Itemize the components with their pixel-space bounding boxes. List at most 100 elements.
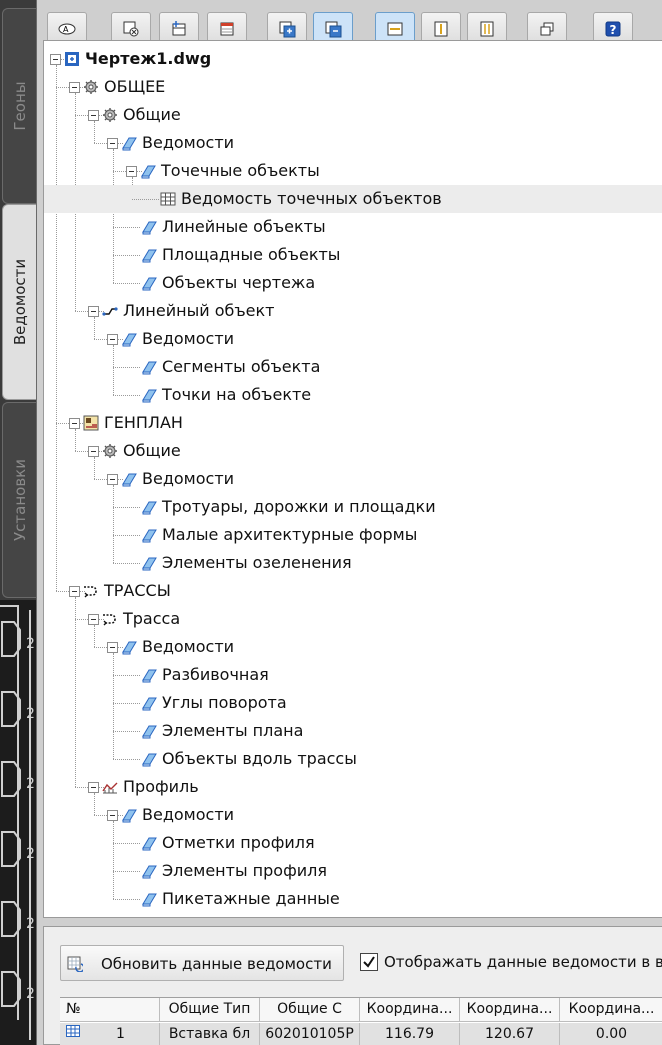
collapse-icon[interactable] — [107, 138, 118, 149]
column-header[interactable]: Общие Тип — [160, 998, 260, 1022]
tree-node-30[interactable]: Пикетажные данные — [44, 885, 662, 913]
show-data-checkbox[interactable] — [360, 953, 378, 971]
tree-node-label: ОБЩЕЕ — [104, 77, 166, 96]
table-cell[interactable]: 0.00 — [560, 1023, 662, 1045]
tree-node-18[interactable]: Элементы озеленения — [44, 549, 662, 577]
collapse-icon[interactable] — [107, 334, 118, 345]
tree-node-16[interactable]: Тротуары, дорожки и площадки — [44, 493, 662, 521]
table-cell[interactable]: 1 — [60, 1023, 160, 1045]
tree-node-22[interactable]: Разбивочная — [44, 661, 662, 689]
collapse-icon[interactable] — [88, 446, 99, 457]
tree-connector — [113, 899, 140, 900]
view-mode-3-icon — [480, 21, 494, 37]
book-icon — [141, 695, 157, 711]
table-cell[interactable]: 602010105Р — [260, 1023, 360, 1045]
tree-connector — [113, 675, 140, 676]
tree-node-2[interactable]: Общие — [44, 101, 662, 129]
collapse-icon[interactable] — [69, 82, 80, 93]
tree-node-label: Отметки профиля — [162, 833, 315, 852]
tree-node-28[interactable]: Отметки профиля — [44, 829, 662, 857]
tab-vedomosti[interactable]: Ведомости — [2, 204, 36, 400]
tree-node-9[interactable]: Линейный объект — [44, 297, 662, 325]
collapse-icon[interactable] — [88, 614, 99, 625]
tree-node-17[interactable]: Малые архитектурные формы — [44, 521, 662, 549]
tree-node-6[interactable]: Линейные объекты — [44, 213, 662, 241]
show-data-checkbox-label: Отображать данные ведомости в виде — [384, 953, 662, 971]
collapse-icon[interactable] — [126, 166, 137, 177]
tree-node-label: Общие — [123, 105, 181, 124]
tree-node-11[interactable]: Сегменты объекта — [44, 353, 662, 381]
tree-node-27[interactable]: Ведомости — [44, 801, 662, 829]
tree-node-label: Точечные объекты — [161, 161, 320, 180]
tree-node-14[interactable]: Общие — [44, 437, 662, 465]
book-icon — [141, 527, 157, 543]
table-preview-area: Обновить данные ведомости Отображать дан… — [43, 926, 662, 1045]
refresh-vedomost-label: Обновить данные ведомости — [101, 955, 332, 973]
gear-icon — [83, 79, 99, 95]
tree-root[interactable]: Чертеж1.dwg — [44, 45, 662, 73]
tree-node-label: Ведомости — [142, 469, 235, 488]
tab-ustanovki[interactable]: Установки — [2, 402, 36, 598]
tree-connector — [75, 311, 88, 312]
svg-text:?: ? — [610, 23, 617, 37]
tree-connector — [113, 227, 140, 228]
tree-node-23[interactable]: Углы поворота — [44, 689, 662, 717]
tree-node-12[interactable]: Точки на объекте — [44, 381, 662, 409]
tree-node-label: Ведомости — [142, 133, 235, 152]
column-header[interactable]: Координа... — [560, 998, 662, 1022]
tree-node-25[interactable]: Объекты вдоль трассы — [44, 745, 662, 773]
collapse-icon[interactable] — [88, 306, 99, 317]
tree-node-24[interactable]: Элементы плана — [44, 717, 662, 745]
tree-node-19[interactable]: ТРАССЫ — [44, 577, 662, 605]
column-header[interactable]: Общие С — [260, 998, 360, 1022]
tree-node-5[interactable]: Ведомость точечных объектов — [44, 185, 662, 213]
tab-geons[interactable]: Геоны — [2, 8, 36, 204]
book-icon — [141, 835, 157, 851]
table-cell[interactable]: 120.67 — [460, 1023, 560, 1045]
tree-node-20[interactable]: Трасса — [44, 605, 662, 633]
tree-node-label: Объекты чертежа — [162, 273, 316, 292]
help-icon: ? — [605, 21, 621, 37]
vedomost-table[interactable]: № Общие Тип Общие С Координа... Координа... К… — [60, 997, 662, 1045]
column-header[interactable]: Координа... — [360, 998, 460, 1022]
collapse-icon[interactable] — [107, 474, 118, 485]
tree-node-29[interactable]: Элементы профиля — [44, 857, 662, 885]
book-icon — [141, 499, 157, 515]
collapse-icon[interactable] — [69, 586, 80, 597]
vedomosti-tree[interactable]: Чертеж1.dwg ОБЩЕЕ Общие Ведомости Точечные о… — [43, 40, 662, 918]
collapse-icon[interactable] — [69, 418, 80, 429]
table-cell[interactable]: Вставка бл — [160, 1023, 260, 1045]
tree-node-10[interactable]: Ведомости — [44, 325, 662, 353]
collapse-icon[interactable] — [107, 810, 118, 821]
tree-node-15[interactable]: Ведомости — [44, 465, 662, 493]
column-header[interactable]: Координа... — [460, 998, 560, 1022]
book-icon — [141, 667, 157, 683]
book-icon — [121, 471, 137, 487]
tree-connector — [75, 619, 88, 620]
tree-node-label: Линейные объекты — [162, 217, 326, 236]
tree-node-21[interactable]: Ведомости — [44, 633, 662, 661]
tree-connector — [56, 423, 69, 424]
collapse-icon[interactable] — [50, 54, 61, 65]
collapse-icon[interactable] — [88, 782, 99, 793]
tree-node-label: ГЕНПЛАН — [104, 413, 183, 432]
collapse-icon[interactable] — [88, 110, 99, 121]
tree-node-3[interactable]: Ведомости — [44, 129, 662, 157]
tree-node-1[interactable]: ОБЩЕЕ — [44, 73, 662, 101]
collapse-icon[interactable] — [107, 642, 118, 653]
tree-node-13[interactable]: ГЕНПЛАН — [44, 409, 662, 437]
svg-text:2: 2 — [26, 986, 35, 1002]
tree-node-label: Чертеж1.dwg — [85, 49, 212, 68]
table-cell[interactable]: 116.79 — [360, 1023, 460, 1045]
refresh-vedomost-button[interactable]: Обновить данные ведомости — [60, 945, 344, 981]
tree-node-7[interactable]: Площадные объекты — [44, 241, 662, 269]
tree-node-4[interactable]: Точечные объекты — [44, 157, 662, 185]
tree-connector — [113, 283, 140, 284]
tree-node-label: Элементы профиля — [162, 861, 327, 880]
tree-node-label: Объекты вдоль трассы — [162, 749, 357, 768]
tree-node-8[interactable]: Объекты чертежа — [44, 269, 662, 297]
tree-node-label: Элементы озеленения — [162, 553, 352, 572]
tree-connector — [94, 815, 107, 816]
tree-node-26[interactable]: Профиль — [44, 773, 662, 801]
column-header[interactable]: № — [60, 998, 160, 1022]
